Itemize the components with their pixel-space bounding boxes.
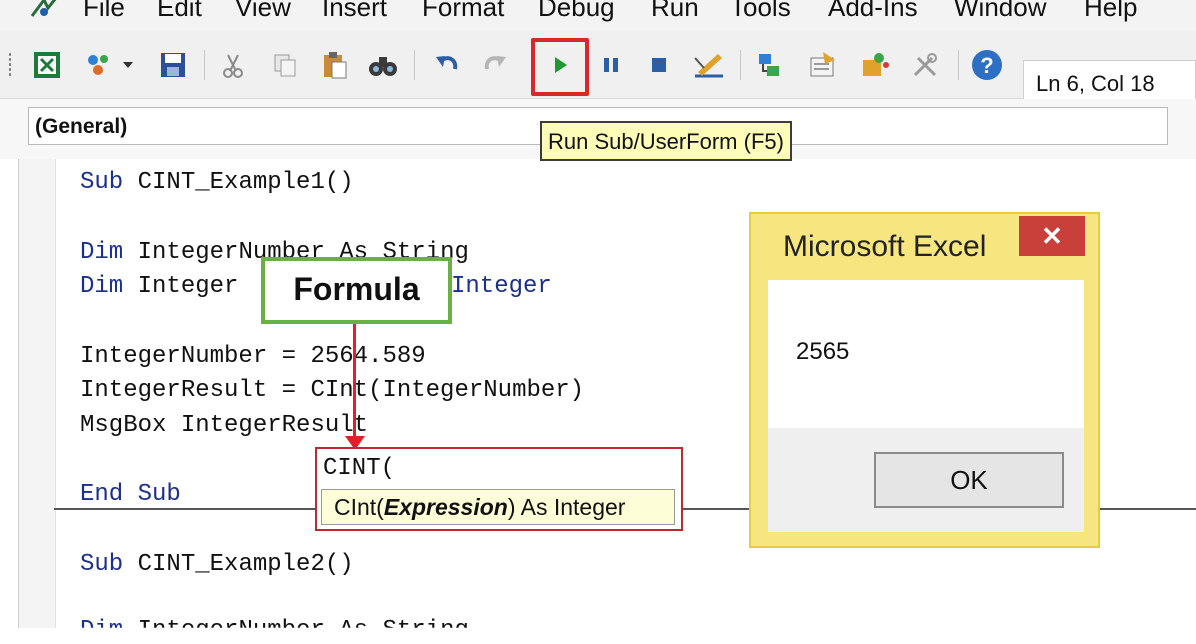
save-icon	[161, 53, 185, 77]
toolbox-button[interactable]	[908, 48, 942, 82]
help-button[interactable]: ?	[970, 48, 1004, 82]
dialog-body: 2565	[768, 280, 1084, 428]
code-line-4[interactable]: Dim Integer	[80, 273, 238, 300]
menu-view[interactable]: View	[235, 0, 291, 23]
save-button[interactable]	[156, 48, 190, 82]
code-line-10[interactable]: End Sub	[80, 481, 181, 508]
keyword-dim: Dim	[80, 617, 124, 644]
keyword-dim: Dim	[80, 273, 124, 300]
redo-icon	[484, 56, 506, 70]
excel-icon	[34, 52, 60, 78]
code-line-14[interactable]: Dim IntegerNumber As String	[80, 617, 469, 644]
menu-format[interactable]: Format	[422, 0, 504, 23]
toolbar-separator	[414, 50, 415, 80]
object-browser-icon	[863, 53, 889, 76]
dialog-footer: OK	[768, 428, 1084, 532]
run-tooltip: Run Sub/UserForm (F5)	[540, 121, 792, 161]
code-margin[interactable]	[18, 159, 56, 628]
stop-icon	[652, 58, 666, 72]
insert-object-icon	[88, 55, 108, 75]
menu-tools[interactable]: Tools	[730, 0, 791, 23]
tip-function: CInt(	[334, 494, 384, 520]
dialog-close-button[interactable]: ✕	[1019, 216, 1085, 256]
project-explorer-button[interactable]	[754, 48, 788, 82]
design-mode-icon	[694, 54, 723, 78]
insert-userform-button[interactable]	[82, 48, 116, 82]
cursor-position-indicator: Ln 6, Col 18	[1023, 60, 1196, 100]
svg-text:?: ?	[980, 53, 993, 78]
pause-icon	[604, 58, 618, 72]
menu-insert[interactable]: Insert	[322, 0, 387, 23]
binoculars-icon	[369, 57, 397, 76]
menu-file[interactable]: File	[83, 0, 125, 23]
dim-declaration: Integer	[123, 273, 239, 300]
reset-button[interactable]	[642, 48, 676, 82]
help-icon: ?	[972, 50, 1002, 80]
toolbar-separator	[740, 50, 741, 80]
code-line-1[interactable]: Sub CINT_Example1()	[80, 169, 354, 196]
ok-button[interactable]: OK	[874, 452, 1064, 508]
copy-icon	[274, 54, 296, 77]
code-line-4-tail[interactable]: Integer	[451, 273, 552, 300]
cut-button[interactable]	[216, 48, 250, 82]
tools-icon	[913, 53, 937, 77]
menu-window[interactable]: Window	[954, 0, 1046, 23]
undo-icon	[436, 56, 458, 70]
break-button[interactable]	[594, 48, 628, 82]
scissors-icon	[223, 54, 243, 78]
message-box-dialog: Microsoft Excel ✕ 2565 OK	[749, 212, 1100, 548]
toolbar-grip[interactable]	[8, 52, 12, 78]
callout-arrow-line	[353, 324, 356, 442]
menu-add-ins[interactable]: Add-Ins	[828, 0, 918, 23]
keyword-end-sub: End Sub	[80, 481, 181, 508]
menu-help[interactable]: Help	[1084, 0, 1137, 23]
insert-dropdown-button[interactable]	[118, 48, 138, 82]
object-browser-button[interactable]	[858, 48, 892, 82]
type-integer: Integer	[451, 273, 552, 300]
properties-icon	[810, 52, 835, 77]
keyword-dim: Dim	[80, 239, 124, 266]
sub-name: CINT_Example1()	[123, 169, 354, 196]
run-button-highlight	[531, 38, 589, 96]
code-line-12[interactable]: Sub CINT_Example2()	[80, 551, 354, 578]
toolbar-separator	[958, 50, 959, 80]
view-excel-button[interactable]	[30, 48, 64, 82]
properties-window-button[interactable]	[806, 48, 840, 82]
paste-button[interactable]	[318, 48, 352, 82]
copy-button[interactable]	[268, 48, 302, 82]
menu-debug[interactable]: Debug	[538, 0, 615, 23]
menu-edit[interactable]: Edit	[157, 0, 202, 23]
parameter-info-tooltip: CInt(Expression) As Integer	[321, 489, 675, 525]
clipboard-icon	[324, 52, 347, 79]
design-mode-button[interactable]	[692, 48, 726, 82]
code-line-7[interactable]: IntegerResult = CInt(IntegerNumber)	[80, 377, 584, 404]
vba-app-icon[interactable]	[24, 0, 64, 24]
formula-callout: Formula	[261, 257, 452, 324]
chevron-down-icon	[123, 62, 133, 68]
keyword-sub: Sub	[80, 551, 124, 578]
find-button[interactable]	[366, 48, 400, 82]
dialog-title: Microsoft Excel	[783, 230, 987, 263]
project-explorer-icon	[759, 54, 779, 76]
tip-parameter: Expression	[383, 494, 508, 520]
intellisense-typed-text: CINT(	[323, 455, 396, 482]
dialog-message: 2565	[796, 338, 850, 365]
tip-return-type: ) As Integer	[507, 494, 626, 520]
sub-name: CINT_Example2()	[123, 551, 354, 578]
toolbar-separator	[204, 50, 205, 80]
menu-bar: File Edit View Insert Format Debug Run T…	[0, 0, 1196, 30]
code-line-8[interactable]: MsgBox IntegerResult	[80, 412, 368, 439]
intellisense-popup: CINT( CInt(Expression) As Integer	[315, 447, 683, 531]
close-icon: ✕	[1041, 220, 1063, 251]
code-line-6[interactable]: IntegerNumber = 2564.589	[80, 343, 426, 370]
undo-button[interactable]	[430, 48, 464, 82]
menu-run[interactable]: Run	[651, 0, 699, 23]
keyword-sub: Sub	[80, 169, 124, 196]
standard-toolbar: ? Ln 6, Col 18	[0, 30, 1196, 100]
redo-button[interactable]	[478, 48, 512, 82]
dim-declaration: IntegerNumber As String	[123, 617, 469, 644]
